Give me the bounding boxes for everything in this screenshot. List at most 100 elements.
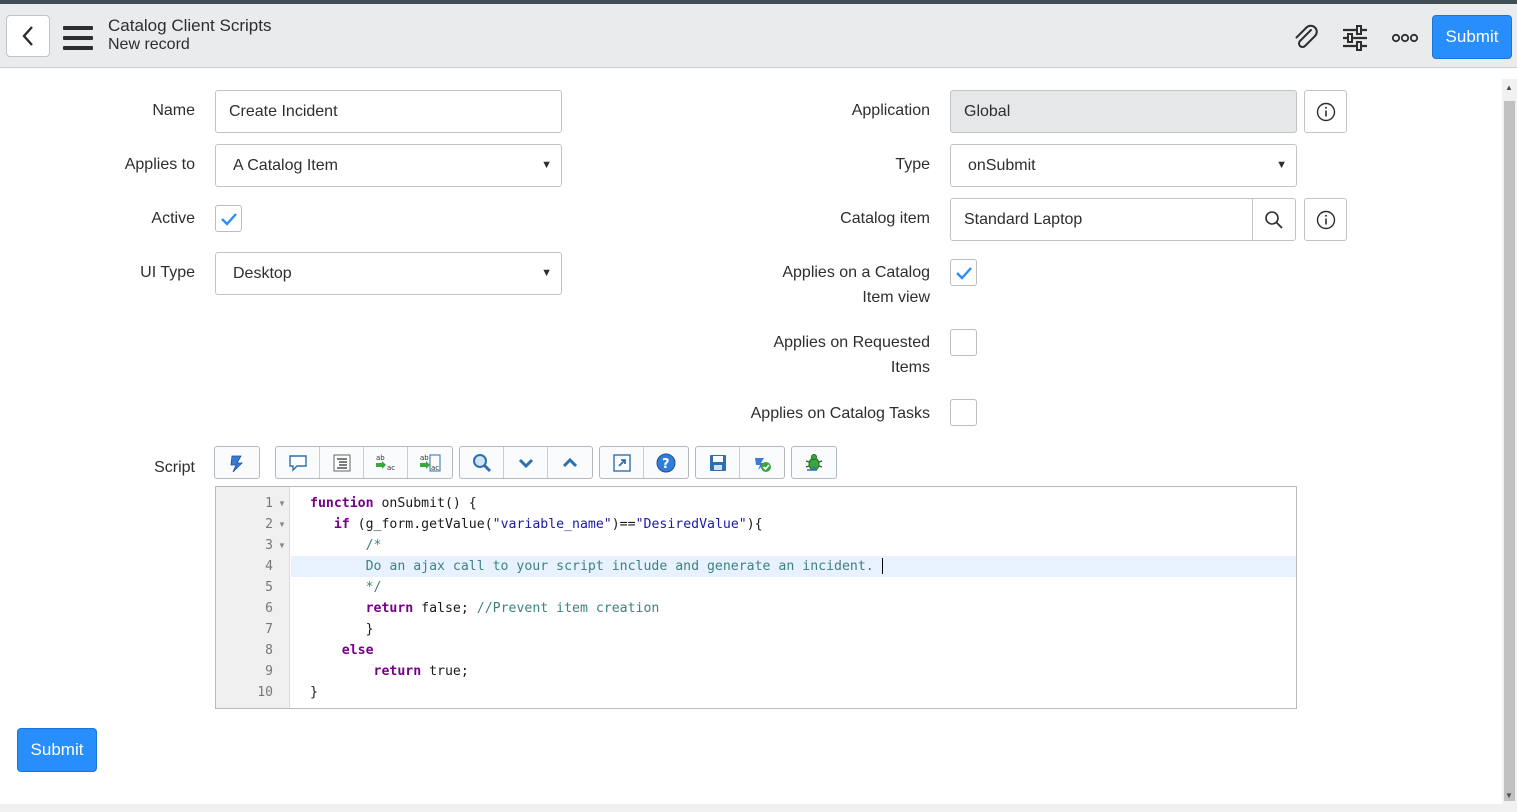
name-input[interactable]: Create Incident <box>215 90 562 133</box>
applies-catalog-item-view-checkbox[interactable] <box>950 259 977 286</box>
comment-button[interactable] <box>276 447 320 478</box>
save-script-button[interactable] <box>696 447 740 478</box>
svg-text:?: ? <box>662 457 670 472</box>
submit-button-header[interactable]: Submit <box>1432 15 1512 59</box>
script-include-button[interactable] <box>215 447 259 478</box>
code-line[interactable]: function onSubmit() { <box>291 493 1296 514</box>
footer-strip <box>0 804 1517 812</box>
code-line[interactable]: } <box>291 682 1296 703</box>
format-code-button[interactable] <box>320 447 364 478</box>
applies-catalog-item-view-label: Applies on a Catalog Item view <box>782 260 930 310</box>
sliders-icon <box>1343 25 1367 51</box>
scroll-down-icon[interactable]: ▼ <box>1505 791 1513 800</box>
ui-type-select[interactable]: Desktop ▼ <box>215 252 562 295</box>
toolbar-group-include <box>214 446 260 479</box>
code-token: false; <box>413 601 477 616</box>
applies-catalog-tasks-checkbox[interactable] <box>950 399 977 426</box>
ui-type-value: Desktop <box>233 265 292 282</box>
code-token: (g_form.getValue( <box>349 517 493 532</box>
catalog-item-value: Standard Laptop <box>964 211 1083 228</box>
code-line[interactable]: if (g_form.getValue("variable_name")=="D… <box>291 514 1296 535</box>
code-token: //Prevent item creation <box>476 601 660 616</box>
code-line[interactable]: return true; <box>291 661 1296 682</box>
catalog-item-lookup-button[interactable] <box>1252 199 1295 240</box>
label-line: Items <box>890 359 930 376</box>
search-previous-button[interactable] <box>548 447 592 478</box>
active-label: Active <box>151 210 195 227</box>
paperclip-icon <box>1295 24 1318 49</box>
applies-to-value: A Catalog Item <box>233 157 338 174</box>
search-icon <box>1265 210 1283 229</box>
line-number: 8 <box>265 643 273 658</box>
code-line[interactable]: /* <box>291 535 1296 556</box>
line-number: 3 <box>265 538 273 553</box>
code-line[interactable]: return false; //Prevent item creation <box>291 598 1296 619</box>
help-icon: ? <box>656 453 676 472</box>
search-button[interactable] <box>460 447 504 478</box>
code-token: } <box>310 622 374 637</box>
fold-toggle-icon[interactable]: ▼ <box>278 493 286 514</box>
code-token: ){ <box>746 517 763 532</box>
replace-button[interactable]: ab ac <box>364 447 408 478</box>
type-select[interactable]: onSubmit ▼ <box>950 144 1297 187</box>
search-next-button[interactable] <box>504 447 548 478</box>
name-label: Name <box>152 102 195 119</box>
application-field: Global <box>950 90 1297 133</box>
svg-text:ab: ab <box>376 454 385 462</box>
code-line[interactable]: */ <box>291 577 1296 598</box>
caret-down-icon: ▼ <box>541 267 552 279</box>
debug-button[interactable] <box>792 447 836 478</box>
attachment-button[interactable] <box>1290 22 1322 54</box>
ui-type-label: UI Type <box>140 264 195 281</box>
toolbar-group-save <box>695 446 785 479</box>
line-number: 7 <box>265 622 273 637</box>
hamburger-icon[interactable] <box>63 26 93 50</box>
info-icon <box>1316 210 1335 229</box>
label-line: Item view <box>862 289 930 306</box>
form-header: Catalog Client Scripts New record Submit <box>0 4 1517 68</box>
catalog-item-info-button[interactable] <box>1304 198 1347 241</box>
syntax-check-button[interactable] <box>740 447 784 478</box>
scroll-up-icon[interactable]: ▲ <box>1505 83 1513 92</box>
more-options-button[interactable] <box>1389 22 1421 54</box>
application-label: Application <box>851 102 930 119</box>
scrollbar-thumb[interactable] <box>1504 101 1515 801</box>
code-line[interactable]: Do an ajax call to your script include a… <box>291 556 1296 577</box>
application-info-button[interactable] <box>1304 90 1347 133</box>
fold-toggle-icon[interactable]: ▼ <box>278 514 286 535</box>
back-button[interactable] <box>6 15 50 57</box>
line-number: 9 <box>265 664 273 679</box>
help-button[interactable]: ? <box>644 447 688 478</box>
code-token: else <box>341 643 374 658</box>
script-label: Script <box>154 459 195 476</box>
code-token: return <box>365 601 414 616</box>
page-title: Catalog Client Scripts <box>108 16 272 35</box>
code-token: */ <box>365 580 382 595</box>
applies-requested-items-checkbox[interactable] <box>950 329 977 356</box>
active-checkbox[interactable] <box>215 205 242 232</box>
search-next-icon <box>518 458 533 468</box>
svg-text:ac: ac <box>387 464 395 472</box>
personalize-form-button[interactable] <box>1339 22 1371 54</box>
submit-button-footer[interactable]: Submit <box>17 728 97 772</box>
applies-to-label: Applies to <box>124 156 195 173</box>
code-line[interactable]: else <box>291 640 1296 661</box>
applies-to-select[interactable]: A Catalog Item ▼ <box>215 144 562 187</box>
catalog-item-input[interactable]: Standard Laptop <box>950 198 1296 241</box>
page-scrollbar[interactable]: ▲ ▼ <box>1502 79 1517 804</box>
line-number: 1 <box>265 496 273 511</box>
script-editor[interactable]: 1 ▼ 2 ▼ 3 ▼ 4 5 6 7 8 9 10 function onSubmit() { if … <box>215 486 1297 709</box>
replace-all-button[interactable]: ab ac <box>408 447 452 478</box>
search-previous-icon <box>562 457 578 467</box>
script-include-icon <box>230 455 243 472</box>
code-line[interactable]: } <box>291 619 1296 640</box>
applies-catalog-tasks-label: Applies on Catalog Tasks <box>750 405 930 422</box>
code-token: if <box>333 517 350 532</box>
code-token: true; <box>421 664 469 679</box>
code-token: return <box>373 664 422 679</box>
fullscreen-button[interactable] <box>600 447 644 478</box>
fold-toggle-icon[interactable]: ▼ <box>278 535 286 556</box>
